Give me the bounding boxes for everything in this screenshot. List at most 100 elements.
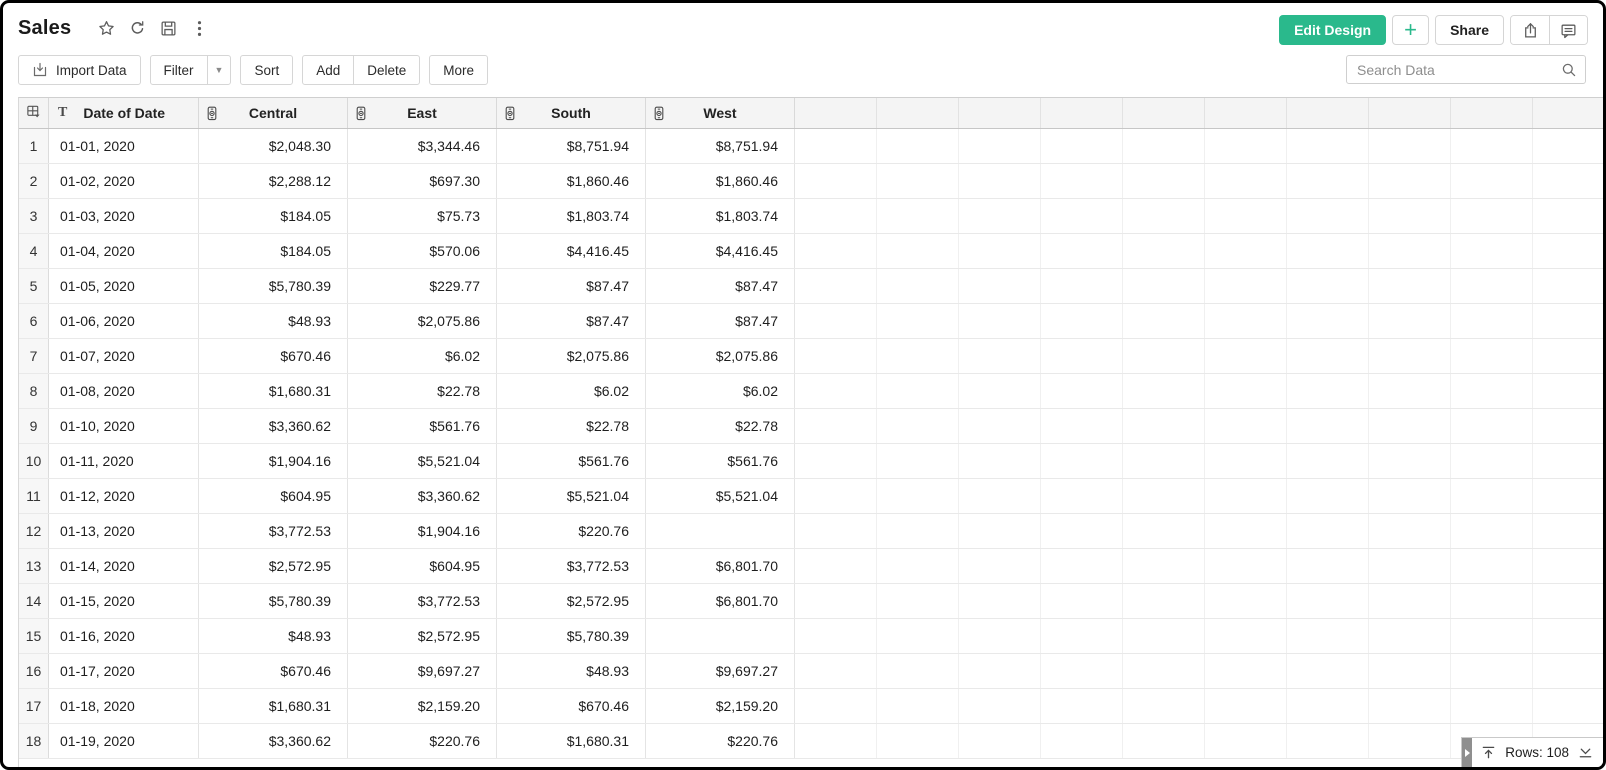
value-cell[interactable]: $6.02 bbox=[348, 339, 497, 373]
empty-cell[interactable] bbox=[959, 654, 1041, 688]
empty-cell[interactable] bbox=[1123, 689, 1205, 723]
value-cell[interactable]: $87.47 bbox=[497, 269, 646, 303]
empty-cell[interactable] bbox=[1533, 584, 1603, 618]
empty-cell[interactable] bbox=[1123, 339, 1205, 373]
value-cell[interactable]: $184.05 bbox=[199, 234, 348, 268]
value-cell[interactable]: $2,572.95 bbox=[348, 619, 497, 653]
value-cell[interactable]: $87.47 bbox=[497, 304, 646, 338]
value-cell[interactable]: $48.93 bbox=[199, 304, 348, 338]
value-cell[interactable] bbox=[646, 619, 795, 653]
value-cell[interactable]: $670.46 bbox=[199, 339, 348, 373]
value-cell[interactable]: $561.76 bbox=[497, 444, 646, 478]
empty-cell[interactable] bbox=[795, 164, 877, 198]
table-row[interactable]: 3 01-03, 2020 $184.05 $75.73 $1,803.74 $1,8… bbox=[19, 199, 1603, 234]
empty-cell[interactable] bbox=[1123, 164, 1205, 198]
value-cell[interactable]: $22.78 bbox=[348, 374, 497, 408]
row-number-cell[interactable]: 7 bbox=[19, 339, 49, 373]
empty-cell[interactable] bbox=[1533, 164, 1603, 198]
empty-cell[interactable] bbox=[959, 409, 1041, 443]
row-number-cell[interactable]: 15 bbox=[19, 619, 49, 653]
empty-cell[interactable] bbox=[959, 689, 1041, 723]
empty-cell[interactable] bbox=[1123, 234, 1205, 268]
date-cell[interactable]: 01-07, 2020 bbox=[49, 339, 199, 373]
empty-cell[interactable] bbox=[959, 444, 1041, 478]
empty-cell[interactable] bbox=[877, 724, 959, 758]
star-icon[interactable] bbox=[97, 19, 115, 37]
empty-cell[interactable] bbox=[1451, 269, 1533, 303]
empty-cell[interactable] bbox=[877, 269, 959, 303]
delete-button[interactable]: Delete bbox=[353, 56, 419, 84]
row-number-cell[interactable]: 18 bbox=[19, 724, 49, 758]
empty-cell[interactable] bbox=[1041, 199, 1123, 233]
table-row[interactable]: 1 01-01, 2020 $2,048.30 $3,344.46 $8,751.9… bbox=[19, 129, 1603, 164]
empty-cell[interactable] bbox=[1041, 269, 1123, 303]
empty-cell[interactable] bbox=[1533, 269, 1603, 303]
empty-cell[interactable] bbox=[1205, 199, 1287, 233]
date-cell[interactable]: 01-06, 2020 bbox=[49, 304, 199, 338]
value-cell[interactable]: $1,803.74 bbox=[497, 199, 646, 233]
row-number-cell[interactable]: 1 bbox=[19, 129, 49, 163]
empty-cell[interactable] bbox=[1205, 409, 1287, 443]
empty-cell[interactable] bbox=[1369, 549, 1451, 583]
empty-cell[interactable] bbox=[1205, 689, 1287, 723]
value-cell[interactable]: $2,075.86 bbox=[646, 339, 795, 373]
value-cell[interactable]: $75.73 bbox=[348, 199, 497, 233]
empty-cell[interactable] bbox=[1123, 619, 1205, 653]
empty-cell[interactable] bbox=[1369, 619, 1451, 653]
value-cell[interactable]: $5,780.39 bbox=[497, 619, 646, 653]
edit-design-button[interactable]: Edit Design bbox=[1279, 15, 1387, 45]
empty-cell[interactable] bbox=[877, 374, 959, 408]
value-cell[interactable]: $1,680.31 bbox=[497, 724, 646, 758]
search-icon[interactable] bbox=[1561, 62, 1577, 78]
empty-cell[interactable] bbox=[1041, 654, 1123, 688]
table-row[interactable]: 6 01-06, 2020 $48.93 $2,075.86 $87.47 $87.4… bbox=[19, 304, 1603, 339]
empty-cell[interactable] bbox=[1287, 584, 1369, 618]
empty-cell[interactable] bbox=[1041, 584, 1123, 618]
empty-cell[interactable] bbox=[1533, 234, 1603, 268]
value-cell[interactable]: $1,860.46 bbox=[646, 164, 795, 198]
column-header-empty[interactable] bbox=[795, 98, 877, 128]
empty-cell[interactable] bbox=[877, 584, 959, 618]
value-cell[interactable]: $220.76 bbox=[646, 724, 795, 758]
date-cell[interactable]: 01-12, 2020 bbox=[49, 479, 199, 513]
empty-cell[interactable] bbox=[1533, 514, 1603, 548]
empty-cell[interactable] bbox=[1287, 409, 1369, 443]
column-header-empty[interactable] bbox=[1287, 98, 1369, 128]
empty-cell[interactable] bbox=[877, 689, 959, 723]
empty-cell[interactable] bbox=[795, 549, 877, 583]
value-cell[interactable]: $8,751.94 bbox=[646, 129, 795, 163]
value-cell[interactable]: $5,521.04 bbox=[646, 479, 795, 513]
sort-button[interactable]: Sort bbox=[240, 55, 294, 85]
empty-cell[interactable] bbox=[1205, 724, 1287, 758]
empty-cell[interactable] bbox=[877, 129, 959, 163]
empty-cell[interactable] bbox=[1123, 199, 1205, 233]
value-cell[interactable]: $184.05 bbox=[199, 199, 348, 233]
empty-cell[interactable] bbox=[1287, 199, 1369, 233]
empty-cell[interactable] bbox=[795, 269, 877, 303]
more-button[interactable]: More bbox=[429, 55, 489, 85]
empty-cell[interactable] bbox=[1369, 234, 1451, 268]
empty-cell[interactable] bbox=[1451, 129, 1533, 163]
column-header-empty[interactable] bbox=[1041, 98, 1123, 128]
table-row[interactable]: 7 01-07, 2020 $670.46 $6.02 $2,075.86 $2,07… bbox=[19, 339, 1603, 374]
value-cell[interactable]: $3,772.53 bbox=[199, 514, 348, 548]
row-number-cell[interactable]: 3 bbox=[19, 199, 49, 233]
value-cell[interactable]: $9,697.27 bbox=[348, 654, 497, 688]
share-button[interactable]: Share bbox=[1435, 15, 1504, 45]
empty-cell[interactable] bbox=[959, 724, 1041, 758]
filter-dropdown-button[interactable]: ▼ bbox=[206, 56, 231, 84]
empty-cell[interactable] bbox=[1451, 689, 1533, 723]
date-cell[interactable]: 01-17, 2020 bbox=[49, 654, 199, 688]
value-cell[interactable]: $604.95 bbox=[199, 479, 348, 513]
add-new-button[interactable]: + bbox=[1392, 15, 1430, 45]
empty-cell[interactable] bbox=[1041, 724, 1123, 758]
row-number-cell[interactable]: 13 bbox=[19, 549, 49, 583]
date-cell[interactable]: 01-02, 2020 bbox=[49, 164, 199, 198]
empty-cell[interactable] bbox=[959, 339, 1041, 373]
empty-cell[interactable] bbox=[1533, 654, 1603, 688]
value-cell[interactable]: $1,904.16 bbox=[199, 444, 348, 478]
value-cell[interactable]: $220.76 bbox=[348, 724, 497, 758]
value-cell[interactable]: $5,780.39 bbox=[199, 269, 348, 303]
filter-button[interactable]: Filter bbox=[151, 56, 207, 84]
empty-cell[interactable] bbox=[959, 549, 1041, 583]
